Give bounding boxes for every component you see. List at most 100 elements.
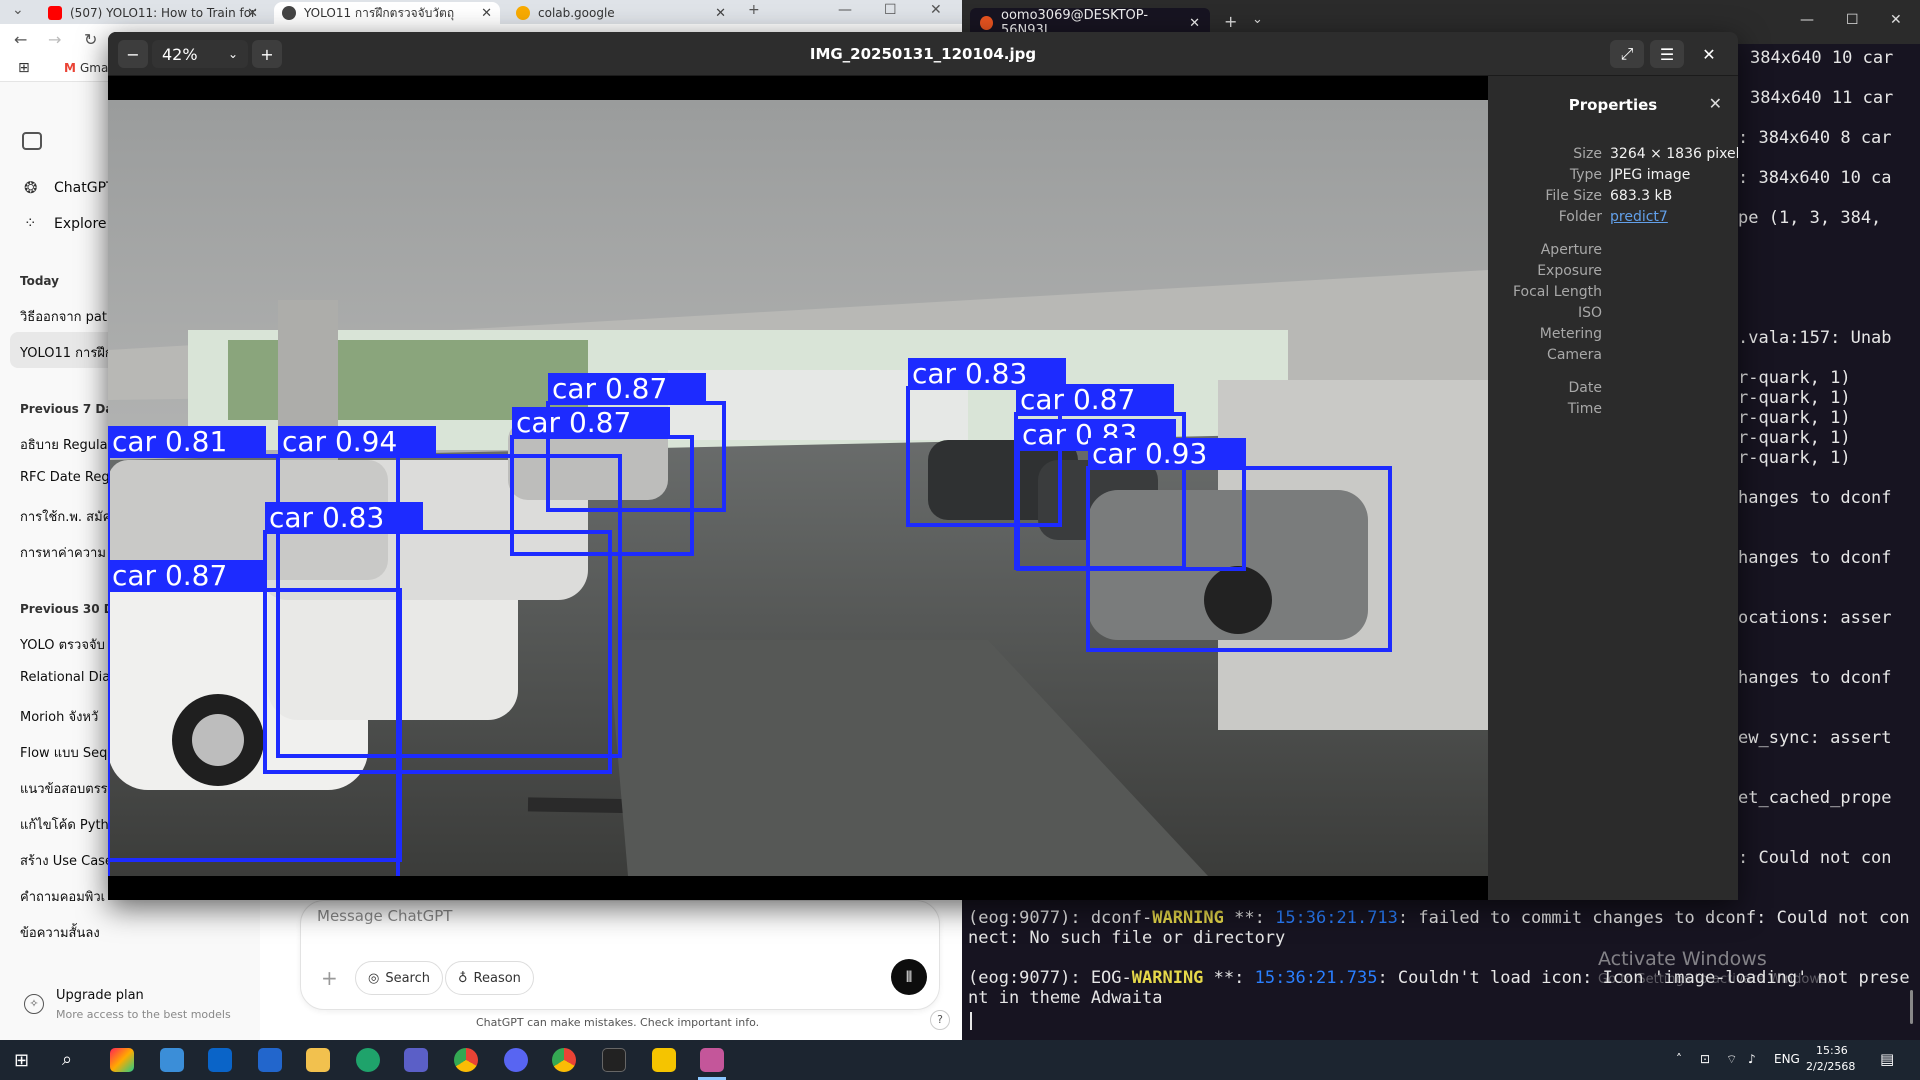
search-button-label: Search — [385, 970, 431, 986]
chevron-up-icon[interactable]: ˄ — [1676, 1052, 1682, 1066]
edge-icon[interactable] — [356, 1048, 380, 1072]
wifi-icon[interactable]: ⌔ — [1726, 1052, 1737, 1067]
upgrade-plan-link[interactable]: Upgrade plan — [56, 988, 144, 1003]
chat-item[interactable]: อธิบาย Regula — [20, 434, 108, 455]
new-tab-icon[interactable]: + — [748, 2, 760, 18]
chat-item[interactable]: การหาค่าความ — [20, 542, 106, 563]
zoom-selector[interactable]: 42% ⌄ — [152, 40, 248, 68]
terminal-cursor[interactable] — [970, 1012, 972, 1030]
chat-item[interactable]: YOLO ตรวจจับ — [20, 634, 105, 655]
section-today: Today — [20, 274, 59, 288]
minimize-icon[interactable]: — — [1800, 12, 1814, 28]
file-explorer-icon[interactable] — [306, 1048, 330, 1072]
chat-item[interactable]: YOLO11 การฝึก — [20, 342, 113, 363]
colab-icon — [516, 6, 530, 20]
terminal-line: pe (1, 3, 384, — [1738, 208, 1882, 228]
windows-start-icon[interactable]: ⊞ — [14, 1050, 29, 1071]
close-icon[interactable]: ✕ — [715, 6, 726, 21]
close-icon[interactable]: ✕ — [1692, 40, 1726, 68]
viewer-header-bar: − 42% ⌄ + IMG_20250131_120104.jpg ⤢ ☰ ✕ — [108, 32, 1738, 76]
help-button[interactable]: ? — [930, 1010, 950, 1030]
zoom-in-button[interactable]: + — [252, 40, 282, 68]
menu-icon[interactable]: ☰ — [1650, 40, 1684, 68]
prop-label: Camera — [1547, 347, 1602, 363]
tab-list-icon[interactable]: ⌄ — [12, 2, 24, 18]
prop-label: File Size — [1545, 188, 1602, 204]
close-window-icon[interactable]: ✕ — [930, 2, 942, 18]
close-icon[interactable]: ✕ — [1709, 94, 1722, 113]
chat-item[interactable]: ข้อความสั้นลง — [20, 922, 100, 943]
forward-icon[interactable]: → — [48, 30, 61, 49]
clock-date[interactable]: 2/2/2568 — [1806, 1060, 1855, 1073]
microsoft-365-icon[interactable] — [160, 1048, 184, 1072]
search-button[interactable]: ◎ Search — [355, 961, 444, 995]
chat-item[interactable]: คำถามคอมพิวเ — [20, 886, 105, 907]
fullscreen-icon[interactable]: ⤢ — [1610, 40, 1644, 68]
image-canvas[interactable]: car 0.81 car 0.94 car 0.83 car 0.87 car 0.87… — [108, 76, 1488, 900]
discord-icon[interactable] — [504, 1048, 528, 1072]
reason-button-label: Reason — [473, 970, 521, 986]
prop-label: Time — [1567, 401, 1602, 417]
attach-icon[interactable]: + — [321, 966, 338, 990]
chat-item[interactable]: การใช้ก.พ. สมัค — [20, 506, 111, 527]
volume-icon[interactable]: ♪ — [1748, 1052, 1756, 1066]
linux-penguin-icon[interactable] — [652, 1048, 676, 1072]
clock-time[interactable]: 15:36 — [1816, 1044, 1848, 1057]
new-tab-icon[interactable]: + — [1224, 12, 1237, 31]
reason-button[interactable]: ♁ Reason — [445, 961, 534, 995]
message-input[interactable]: Message ChatGPT — [317, 907, 452, 925]
chat-item[interactable]: RFC Date Rege — [20, 470, 118, 485]
terminal-line: : Could not con — [1738, 848, 1892, 868]
tab-youtube[interactable]: (507) YOLO11: How to Train for ✕ — [40, 2, 266, 24]
detection-label: car 0.81 — [112, 425, 227, 458]
outlook-icon[interactable] — [208, 1048, 232, 1072]
chat-item[interactable]: Flow แบบ Seq — [20, 742, 107, 763]
network-icon[interactable]: ⊡ — [1700, 1052, 1710, 1066]
back-icon[interactable]: ← — [14, 30, 27, 49]
reload-icon[interactable]: ↻ — [84, 30, 97, 49]
search-icon[interactable]: ⌕ — [62, 1049, 72, 1070]
close-icon[interactable]: ✕ — [247, 6, 258, 21]
viewer-title: IMG_20250131_120104.jpg — [809, 45, 1037, 63]
tab-colab[interactable]: colab.google ✕ — [508, 2, 734, 24]
chat-item[interactable]: Relational Diag — [20, 670, 118, 685]
language-indicator[interactable]: ENG — [1774, 1052, 1800, 1066]
notifications-icon[interactable]: ▤ — [1880, 1050, 1894, 1068]
activate-windows-title: Activate Windows — [1598, 948, 1767, 970]
chevron-down-icon[interactable]: ⌄ — [1252, 12, 1263, 27]
terminal-line: 384x640 11 car — [1750, 88, 1894, 108]
chat-item[interactable]: สร้าง Use Case — [20, 850, 113, 871]
chat-item[interactable]: Morioh จังหวั — [20, 706, 98, 727]
minimize-icon[interactable]: — — [838, 2, 852, 18]
terminal-icon[interactable] — [602, 1048, 626, 1072]
maximize-icon[interactable]: ☐ — [884, 2, 897, 18]
sidebar-item-chatgpt[interactable]: ChatGPT — [54, 180, 115, 196]
close-window-icon[interactable]: ✕ — [1890, 12, 1902, 28]
close-icon[interactable]: ✕ — [1189, 16, 1200, 31]
prop-label: Focal Length — [1512, 284, 1602, 300]
prop-folder-link[interactable]: predict7 — [1610, 209, 1668, 225]
lightbulb-icon: ♁ — [458, 970, 468, 986]
chat-item[interactable]: วิธีออกจาก pat — [20, 306, 107, 327]
terminal-log-line: (eog:9077): dconf-WARNING **: 15:36:21.7… — [968, 908, 1910, 928]
detection-photo: car 0.81 car 0.94car 0.83car 0.87car 0.87… — [108, 100, 1488, 876]
teams-icon[interactable] — [404, 1048, 428, 1072]
maximize-icon[interactable]: ☐ — [1846, 12, 1859, 28]
voice-mode-icon[interactable]: ⦀ — [891, 959, 927, 995]
prop-label: Metering — [1539, 326, 1602, 342]
terminal-scrollbar[interactable] — [1910, 990, 1913, 1024]
apps-grid-icon[interactable]: ⊞ — [18, 60, 30, 76]
chat-item[interactable]: แก้ไขโค้ด Pyth — [20, 814, 109, 835]
terminal-line: : 384x640 8 car — [1738, 128, 1892, 148]
tab-chatgpt[interactable]: YOLO11 การฝึกตรวจจับวัตถุ ✕ — [274, 2, 500, 24]
sidebar-toggle-icon[interactable] — [22, 132, 42, 150]
chrome-icon[interactable] — [454, 1048, 478, 1072]
zoom-out-button[interactable]: − — [118, 40, 148, 68]
chat-item[interactable]: แนวข้อสอบตรร — [20, 778, 108, 799]
image-viewer-icon[interactable] — [700, 1048, 724, 1072]
properties-panel: Properties ✕ Size 3264 × 1836 pixels Typ… — [1488, 76, 1738, 900]
close-icon[interactable]: ✕ — [481, 6, 492, 21]
copilot-icon[interactable] — [110, 1048, 134, 1072]
chrome-icon[interactable] — [552, 1048, 576, 1072]
store-icon[interactable] — [258, 1048, 282, 1072]
